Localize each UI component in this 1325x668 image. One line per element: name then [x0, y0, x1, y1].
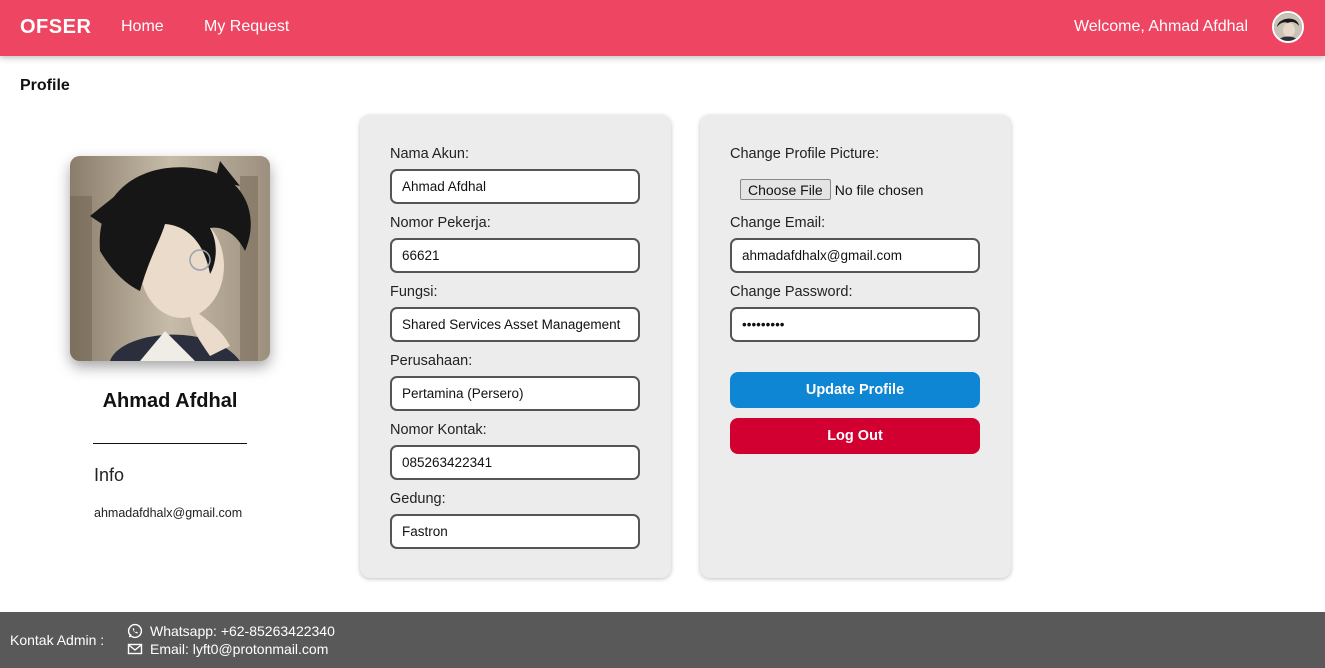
nav-home-link[interactable]: Home	[121, 18, 164, 36]
change-email-input[interactable]	[730, 238, 980, 273]
gedung-input[interactable]	[390, 514, 640, 549]
avatar-image	[1274, 13, 1302, 41]
page-title: Profile	[20, 77, 70, 94]
profile-picture	[70, 156, 270, 361]
nav-my-request-link[interactable]: My Request	[204, 18, 289, 36]
choose-file-button[interactable]: Choose File	[740, 179, 831, 200]
nama-akun-label: Nama Akun:	[390, 146, 469, 162]
nama-akun-input[interactable]	[390, 169, 640, 204]
fungsi-label: Fungsi:	[390, 284, 438, 300]
mail-icon	[127, 643, 143, 655]
perusahaan-input[interactable]	[390, 376, 640, 411]
footer-email: Email: lyft0@protonmail.com	[127, 641, 328, 657]
footer-whatsapp: Whatsapp: +62-85263422340	[127, 623, 335, 639]
profile-name: Ahmad Afdhal	[102, 390, 238, 412]
nomor-kontak-input[interactable]	[390, 445, 640, 480]
change-email-label: Change Email:	[730, 215, 826, 231]
perusahaan-label: Perusahaan:	[390, 353, 473, 369]
profile-picture-label: Change Profile Picture:	[730, 146, 880, 162]
file-status: No file chosen	[834, 181, 924, 198]
info-heading: Info	[94, 465, 125, 485]
user-avatar[interactable]	[1272, 11, 1304, 43]
footer: Kontak Admin : Whatsapp: +62-85263422340…	[0, 612, 1325, 668]
file-picker: Choose File No file chosen	[740, 179, 923, 200]
top-navbar: OFSER Home My Request Welcome, Ahmad Afd…	[0, 0, 1325, 56]
change-password-input[interactable]	[730, 307, 980, 342]
fungsi-input[interactable]	[390, 307, 640, 342]
footer-whatsapp-text: Whatsapp: +62-85263422340	[150, 623, 335, 639]
settings-card: Change Profile Picture: Choose File No f…	[700, 115, 1011, 578]
logout-button[interactable]: Log Out	[730, 418, 980, 454]
info-email: ahmadafdhalx@gmail.com	[94, 506, 243, 520]
brand-logo[interactable]: OFSER	[20, 16, 91, 39]
update-profile-button[interactable]: Update Profile	[730, 372, 980, 408]
gedung-label: Gedung:	[390, 491, 446, 507]
footer-contact-label: Kontak Admin :	[10, 632, 105, 648]
nomor-pekerja-input[interactable]	[390, 238, 640, 273]
nomor-kontak-label: Nomor Kontak:	[390, 422, 487, 438]
change-password-label: Change Password:	[730, 284, 853, 300]
profile-divider	[93, 443, 247, 444]
account-info-card: Nama Akun: Nomor Pekerja: Fungsi: Perusa…	[360, 115, 671, 578]
whatsapp-icon	[127, 623, 143, 639]
welcome-text: Welcome, Ahmad Afdhal	[1073, 18, 1248, 35]
profile-illustration	[70, 156, 270, 361]
footer-email-text: Email: lyft0@protonmail.com	[150, 641, 329, 657]
nomor-pekerja-label: Nomor Pekerja:	[390, 215, 491, 231]
